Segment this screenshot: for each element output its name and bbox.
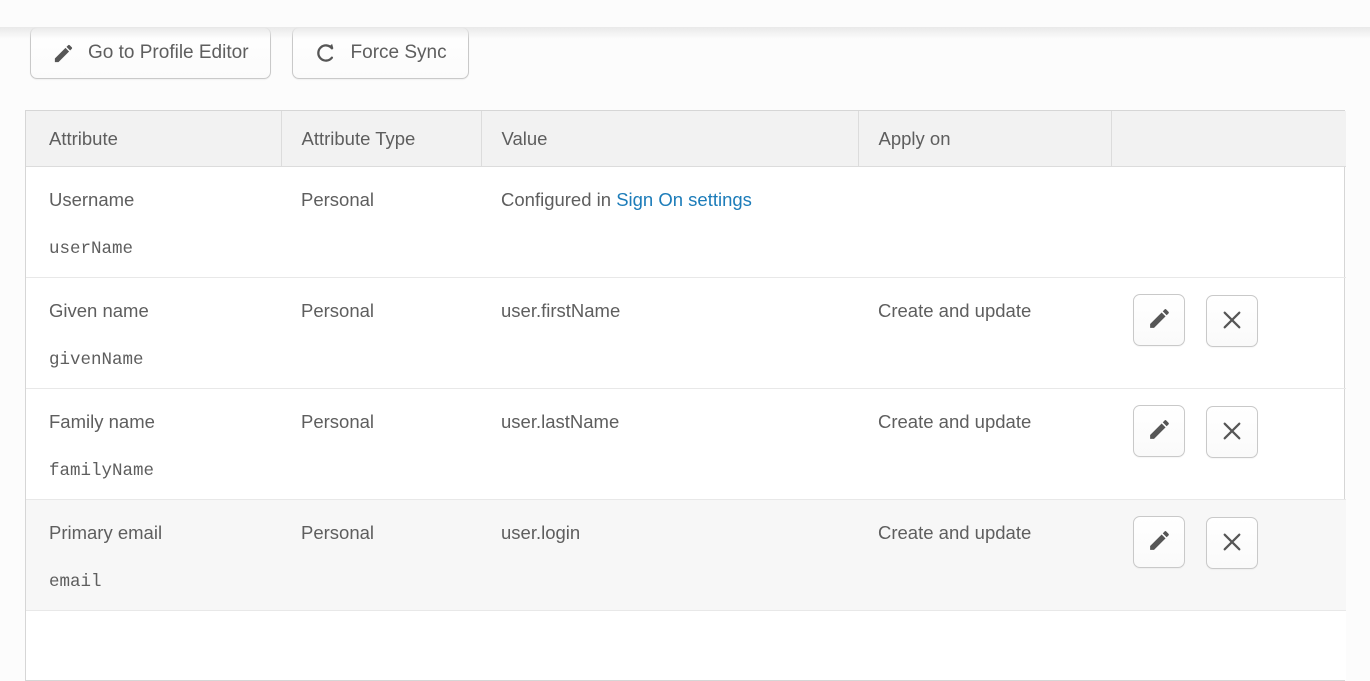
edit-attribute-button[interactable] — [1133, 405, 1185, 457]
apply-on-value: Create and update — [878, 300, 1031, 321]
sync-icon — [314, 41, 338, 65]
delete-attribute-button[interactable] — [1206, 517, 1258, 569]
column-header-apply-on: Apply on — [858, 111, 1111, 166]
force-sync-label: Force Sync — [351, 42, 447, 64]
attribute-variable-name: email — [49, 571, 261, 593]
attribute-type: Personal — [301, 411, 374, 432]
toolbar: Go to Profile Editor Force Sync — [30, 27, 1370, 79]
attribute-variable-name: givenName — [49, 349, 261, 371]
table-header-row: Attribute Attribute Type Value Apply on — [26, 111, 1346, 166]
delete-attribute-button[interactable] — [1206, 295, 1258, 347]
pencil-icon — [52, 42, 75, 65]
attribute-value: user.login — [501, 522, 580, 543]
table-row: Username userName Personal Configured in… — [26, 166, 1346, 277]
edit-attribute-button[interactable] — [1133, 294, 1185, 346]
pencil-icon — [1147, 417, 1172, 445]
column-header-value: Value — [481, 111, 858, 166]
column-header-attribute-type: Attribute Type — [281, 111, 481, 166]
attribute-label: Family name — [49, 411, 261, 433]
apply-on-value: Create and update — [878, 522, 1031, 543]
attribute-label: Username — [49, 189, 261, 211]
attribute-label: Given name — [49, 300, 261, 322]
pencil-icon — [1147, 306, 1172, 334]
delete-attribute-button[interactable] — [1206, 406, 1258, 458]
attribute-value: user.firstName — [501, 300, 620, 321]
go-to-profile-editor-label: Go to Profile Editor — [88, 42, 249, 64]
apply-on-value: Create and update — [878, 411, 1031, 432]
attribute-mappings-table: Attribute Attribute Type Value Apply on … — [25, 110, 1345, 681]
x-close-icon — [1221, 309, 1243, 334]
attribute-type: Personal — [301, 300, 374, 321]
pencil-icon — [1147, 528, 1172, 556]
table-row: Primary email email Personal user.login … — [26, 499, 1346, 610]
table-row: Given name givenName Personal user.first… — [26, 277, 1346, 388]
sign-on-settings-link[interactable]: Sign On settings — [616, 189, 752, 210]
attribute-type: Personal — [301, 522, 374, 543]
attribute-variable-name: userName — [49, 238, 261, 260]
attribute-type: Personal — [301, 189, 374, 210]
x-close-icon — [1221, 420, 1243, 445]
table-row: Family name familyName Personal user.las… — [26, 388, 1346, 499]
attribute-value: user.lastName — [501, 411, 619, 432]
attribute-label: Primary email — [49, 522, 261, 544]
table-row-partial — [26, 610, 1346, 680]
column-header-actions — [1111, 111, 1346, 166]
column-header-attribute: Attribute — [26, 111, 281, 166]
edit-attribute-button[interactable] — [1133, 516, 1185, 568]
go-to-profile-editor-button[interactable]: Go to Profile Editor — [30, 27, 271, 79]
x-close-icon — [1221, 531, 1243, 556]
attribute-variable-name: familyName — [49, 460, 261, 482]
force-sync-button[interactable]: Force Sync — [292, 27, 469, 79]
attribute-value: Configured in — [501, 189, 616, 210]
